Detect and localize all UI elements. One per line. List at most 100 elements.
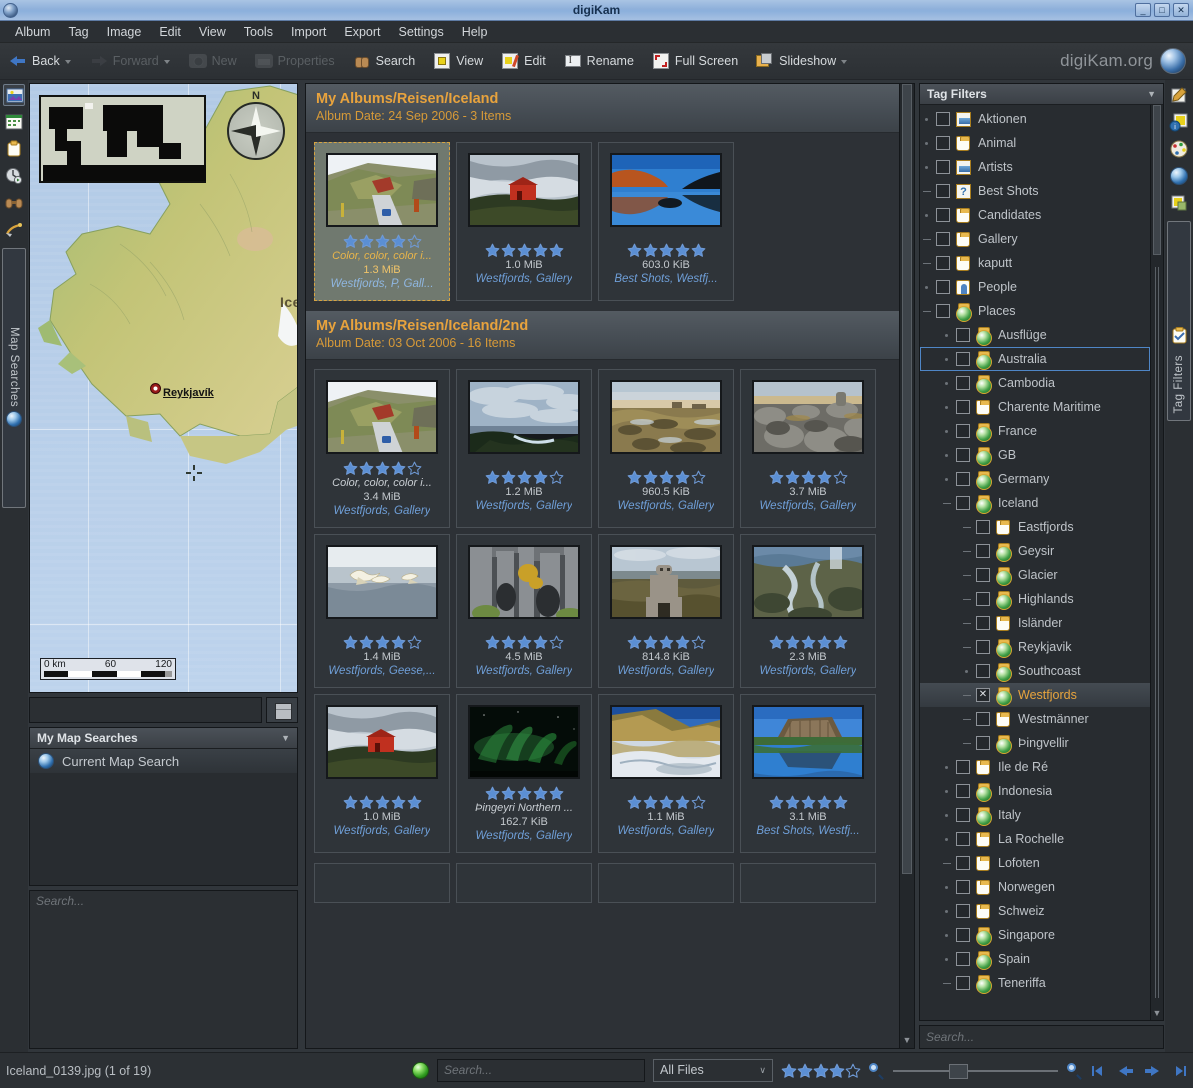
- list-item[interactable]: Current Map Search: [30, 749, 297, 773]
- star-filled-icon[interactable]: [833, 795, 848, 810]
- tag-row-teneriffa[interactable]: Teneriffa: [920, 971, 1150, 995]
- toolbar-rename-button[interactable]: Rename: [556, 50, 642, 72]
- rating-stars[interactable]: [627, 795, 706, 810]
- star-filled-icon[interactable]: [817, 470, 832, 485]
- thumbnail-item[interactable]: [314, 863, 450, 903]
- thumbnail-image[interactable]: [468, 380, 580, 454]
- star-filled-icon[interactable]: [533, 786, 548, 801]
- toolbar-edit-button[interactable]: Edit: [493, 50, 554, 72]
- tag-checkbox[interactable]: [956, 808, 970, 822]
- rating-stars[interactable]: [343, 461, 422, 476]
- star-filled-icon[interactable]: [375, 635, 390, 650]
- rating-stars[interactable]: [343, 795, 422, 810]
- thumbnail-image[interactable]: [326, 545, 438, 619]
- expand-node-icon[interactable]: [943, 355, 952, 364]
- left-search-input[interactable]: Search...: [29, 890, 298, 1049]
- toolbar-search-button[interactable]: Search: [345, 50, 424, 72]
- tag-checkbox[interactable]: [976, 664, 990, 678]
- tag-row-schweiz[interactable]: Schweiz: [920, 899, 1150, 923]
- scroll-down-icon[interactable]: ▼: [902, 1034, 912, 1047]
- star-filled-icon[interactable]: [359, 795, 374, 810]
- toolbar-full-screen-button[interactable]: Full Screen: [644, 50, 746, 72]
- expand-node-icon[interactable]: [943, 811, 952, 820]
- status-search-input[interactable]: Search...: [437, 1059, 645, 1082]
- star-empty-icon[interactable]: [691, 470, 706, 485]
- expand-node-icon[interactable]: [943, 835, 952, 844]
- tag-row-indonesia[interactable]: Indonesia: [920, 779, 1150, 803]
- thumbnail-tags[interactable]: Westfjords, Gallery: [760, 664, 857, 679]
- tag-row-italy[interactable]: Italy: [920, 803, 1150, 827]
- star-empty-icon[interactable]: [407, 461, 422, 476]
- thumbnail-item[interactable]: 1.0 MiB Westfjords, Gallery: [314, 694, 450, 853]
- thumbnail-image[interactable]: [610, 380, 722, 454]
- album-vertical-scrollbar[interactable]: ▼: [899, 84, 914, 1048]
- star-filled-icon[interactable]: [501, 786, 516, 801]
- thumbnail-tags[interactable]: Westfjords, Gallery: [618, 499, 715, 514]
- sidebar-tab-tag-filters[interactable]: Tag Filters: [1167, 221, 1191, 421]
- tag-checkbox[interactable]: [936, 160, 950, 174]
- star-empty-icon[interactable]: [549, 470, 564, 485]
- star-filled-icon[interactable]: [549, 243, 564, 258]
- thumbnail-item[interactable]: 960.5 KiB Westfjords, Gallery: [598, 369, 734, 528]
- thumbnail-item[interactable]: [598, 863, 734, 903]
- expand-node-icon[interactable]: [923, 211, 932, 220]
- tag-row-cambodia[interactable]: Cambodia: [920, 371, 1150, 395]
- star-filled-icon[interactable]: [343, 795, 358, 810]
- star-filled-icon[interactable]: [533, 635, 548, 650]
- thumbnail-item[interactable]: 1.0 MiB Westfjords, Gallery: [456, 142, 592, 301]
- thumbnail-image[interactable]: [326, 153, 438, 227]
- star-filled-icon[interactable]: [659, 470, 674, 485]
- tag-row-westm-nner[interactable]: Westmänner: [920, 707, 1150, 731]
- star-filled-icon[interactable]: [501, 243, 516, 258]
- tag-checkbox[interactable]: [936, 112, 950, 126]
- map-search-input[interactable]: [29, 697, 262, 723]
- thumbnail-item[interactable]: Þingeyri Northern ... 162.7 KiB Westfjords…: [456, 694, 592, 853]
- star-filled-icon[interactable]: [801, 470, 816, 485]
- star-filled-icon[interactable]: [659, 635, 674, 650]
- tag-row-places[interactable]: Places: [920, 299, 1150, 323]
- tag-checkbox[interactable]: [956, 928, 970, 942]
- expand-node-icon[interactable]: [923, 283, 932, 292]
- thumbnail-tags[interactable]: Westfjords, P, Gall...: [330, 277, 433, 292]
- tag-row-germany[interactable]: Germany: [920, 467, 1150, 491]
- thumbnail-tags[interactable]: Best Shots, Westfj...: [614, 272, 717, 287]
- menu-image[interactable]: Image: [98, 23, 151, 41]
- rating-stars[interactable]: [769, 635, 848, 650]
- star-filled-icon[interactable]: [675, 243, 690, 258]
- sidebar-tab-map-searches[interactable]: Map Searches: [2, 248, 26, 508]
- tag-row-highlands[interactable]: Highlands: [920, 587, 1150, 611]
- star-empty-icon[interactable]: [549, 635, 564, 650]
- tag-row-iceland[interactable]: Iceland: [920, 491, 1150, 515]
- star-empty-icon[interactable]: [407, 635, 422, 650]
- star-filled-icon[interactable]: [813, 1063, 829, 1078]
- thumbnail-item[interactable]: [740, 863, 876, 903]
- tag-checkbox[interactable]: [956, 448, 970, 462]
- rating-stars[interactable]: [627, 635, 706, 650]
- star-filled-icon[interactable]: [375, 234, 390, 249]
- thumbnail-image[interactable]: [752, 705, 864, 779]
- thumbnail-image[interactable]: [468, 545, 580, 619]
- thumbnail-image[interactable]: [326, 705, 438, 779]
- thumbnail-item[interactable]: 2.3 MiB Westfjords, Gallery: [740, 534, 876, 688]
- tag-checkbox[interactable]: [956, 880, 970, 894]
- tag-row-best-shots[interactable]: ? Best Shots: [920, 179, 1150, 203]
- tag-row-reykjavik[interactable]: Reykjavik: [920, 635, 1150, 659]
- thumbnail-item[interactable]: 3.7 MiB Westfjords, Gallery: [740, 369, 876, 528]
- tag-row-isl-nder[interactable]: Isländer: [920, 611, 1150, 635]
- tag-checkbox[interactable]: [976, 712, 990, 726]
- expand-node-icon[interactable]: [923, 163, 932, 172]
- star-filled-icon[interactable]: [391, 635, 406, 650]
- menu-import[interactable]: Import: [282, 23, 335, 41]
- tag-checkbox[interactable]: [956, 760, 970, 774]
- expand-node-icon[interactable]: [963, 667, 972, 676]
- tag-checkbox[interactable]: [936, 184, 950, 198]
- tag-row-geysir[interactable]: Geysir: [920, 539, 1150, 563]
- star-filled-icon[interactable]: [627, 470, 642, 485]
- star-filled-icon[interactable]: [517, 786, 532, 801]
- scrollbar-track[interactable]: [1155, 267, 1159, 998]
- chevron-down-icon[interactable]: [64, 56, 72, 66]
- thumbnail-item[interactable]: Color, color, color i... 1.3 MiB Westfjord…: [314, 142, 450, 301]
- tag-row--ingvellir[interactable]: Þingvellir: [920, 731, 1150, 755]
- tag-checkbox[interactable]: [936, 304, 950, 318]
- thumbnail-item[interactable]: 1.4 MiB Westfjords, Geese,...: [314, 534, 450, 688]
